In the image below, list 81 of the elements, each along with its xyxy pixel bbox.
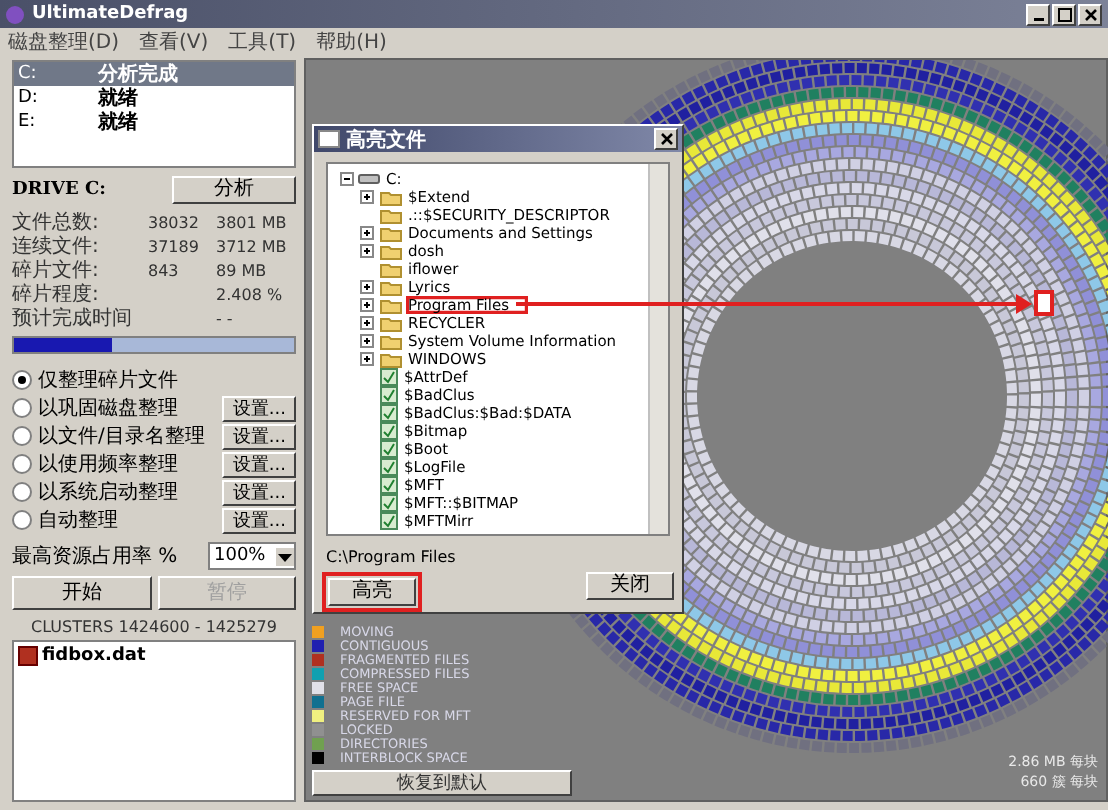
- stat-label: 文件总数:: [12, 209, 101, 235]
- dialog-button[interactable]: 高亮: [328, 578, 416, 606]
- file-icon: [380, 476, 398, 494]
- minimize-button[interactable]: [1026, 3, 1050, 25]
- stat-count: 38032: [148, 213, 199, 231]
- file-icon: [380, 422, 398, 440]
- expand-toggle-icon[interactable]: [360, 280, 374, 294]
- expand-toggle-icon[interactable]: [360, 244, 374, 258]
- file-icon: [380, 386, 398, 404]
- option-label: 仅整理碎片文件: [38, 367, 180, 394]
- stat-value: 3712 MB: [216, 237, 287, 255]
- drive-label: DRIVE C:: [12, 180, 106, 200]
- file-icon: [380, 404, 398, 422]
- highlighted-block: [1034, 290, 1054, 316]
- analyze-button[interactable]: 分析: [172, 176, 296, 204]
- drive-icon: [358, 172, 380, 186]
- close-button[interactable]: [1078, 3, 1102, 25]
- drive-item[interactable]: E: 就绪: [14, 110, 294, 134]
- settings-button[interactable]: 设置...: [222, 507, 296, 533]
- file-icon: [380, 368, 398, 386]
- stat-value: 2.408 %: [216, 285, 283, 303]
- expand-toggle-icon[interactable]: [360, 190, 374, 204]
- close-icon: [659, 132, 673, 146]
- menu-item[interactable]: 帮助(H): [316, 28, 387, 56]
- maximize-icon: [1057, 7, 1071, 21]
- window-icon: [318, 130, 340, 148]
- maximize-button[interactable]: [1052, 3, 1076, 25]
- close-icon: [1083, 7, 1097, 21]
- expand-toggle-icon[interactable]: [360, 298, 374, 312]
- radio-button[interactable]: [12, 370, 32, 390]
- caret-icon: [276, 547, 294, 565]
- option-label: 以巩固磁盘整理: [38, 395, 180, 422]
- option-label: 自动整理: [38, 508, 120, 534]
- restore-defaults-button[interactable]: 恢复到默认: [312, 770, 572, 796]
- expand-toggle-icon[interactable]: [360, 334, 374, 348]
- option-label: 以系统启动整理: [38, 479, 180, 506]
- drive-item[interactable]: C: 分析完成: [14, 62, 294, 86]
- settings-button[interactable]: 设置...: [222, 479, 296, 505]
- stat-value: - -: [216, 309, 233, 327]
- option-label: 以文件/目录名整理: [38, 423, 207, 450]
- file-icon: [380, 512, 398, 530]
- stat-label: 碎片文件:: [12, 257, 101, 283]
- option-label: 以使用频率整理: [38, 451, 180, 478]
- settings-button[interactable]: 设置...: [222, 395, 296, 421]
- action-button[interactable]: 开始: [12, 576, 151, 610]
- settings-button[interactable]: 设置...: [222, 423, 296, 449]
- clusters-range: CLUSTERS 1424600 - 1425279: [29, 618, 279, 636]
- scrollbar[interactable]: [648, 164, 668, 534]
- menu-item[interactable]: 工具(T): [228, 28, 297, 56]
- expand-toggle-icon[interactable]: [360, 352, 374, 366]
- file-icon: [380, 494, 398, 512]
- radio-button[interactable]: [12, 454, 32, 474]
- expand-toggle-icon[interactable]: [360, 316, 374, 330]
- resource-dropdown[interactable]: 100%: [208, 542, 296, 570]
- stat-label: 连续文件:: [12, 233, 101, 259]
- radio-button[interactable]: [12, 398, 32, 418]
- drive-item[interactable]: D: 就绪: [14, 86, 294, 110]
- stat-value: 3801 MB: [216, 213, 287, 231]
- menu-item[interactable]: 查看(V): [139, 28, 209, 56]
- stat-count: 37189: [148, 237, 199, 255]
- radio-button[interactable]: [12, 482, 32, 502]
- radio-button[interactable]: [12, 426, 32, 446]
- file-icon: [380, 440, 398, 458]
- app-icon: [6, 5, 24, 23]
- stat-label: 预计完成时间: [12, 305, 134, 332]
- stat-value: 89 MB: [216, 261, 267, 279]
- collapse-toggle-icon[interactable]: [340, 172, 354, 186]
- dialog-button[interactable]: 关闭: [586, 572, 674, 600]
- settings-button[interactable]: 设置...: [222, 451, 296, 477]
- close-button[interactable]: [654, 128, 678, 150]
- menu-item[interactable]: 磁盘整理(D): [8, 28, 120, 56]
- radio-button[interactable]: [12, 510, 32, 530]
- stat-label: 碎片程度:: [12, 281, 101, 307]
- expand-toggle-icon[interactable]: [360, 226, 374, 240]
- window-title: UltimateDefrag: [32, 4, 191, 24]
- stat-count: 843: [148, 261, 179, 279]
- file-icon: [380, 458, 398, 476]
- dialog-title: 高亮文件: [346, 126, 428, 153]
- file-name[interactable]: fidbox.dat: [42, 646, 146, 666]
- resource-label: 最高资源占用率 %: [12, 543, 178, 570]
- selected-path: C:\Program Files: [326, 548, 458, 566]
